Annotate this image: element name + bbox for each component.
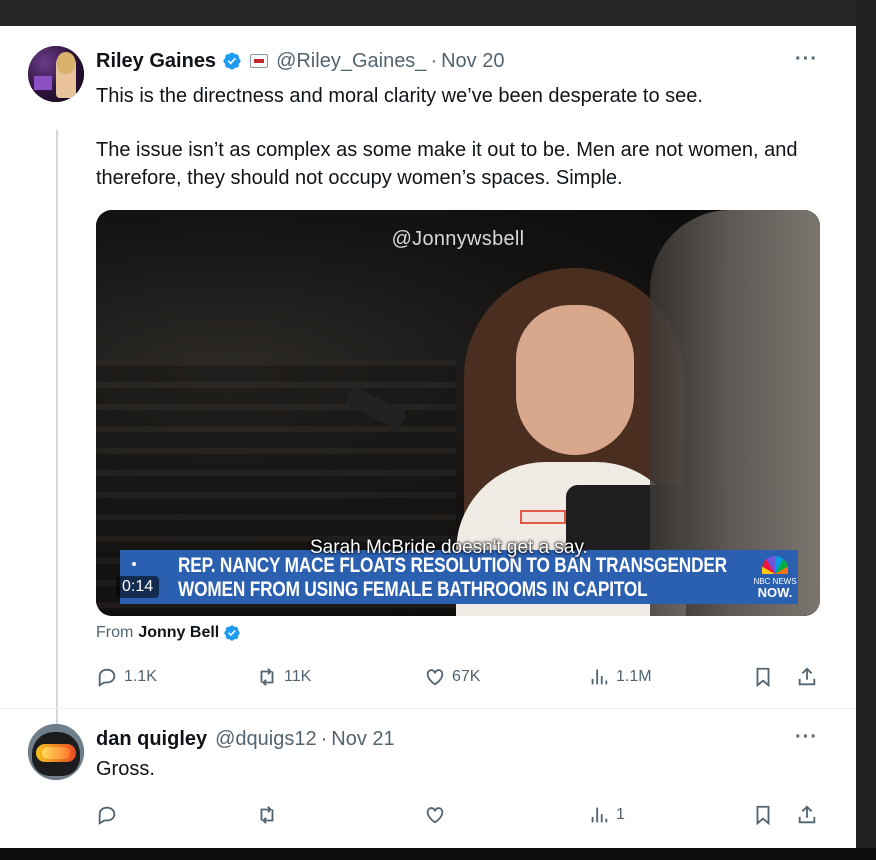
reply-icon	[98, 668, 116, 687]
reply-count: 1.1K	[124, 668, 157, 685]
video-duration: 0:14	[116, 576, 160, 598]
reply-author-handle[interactable]: @dquigs12	[215, 728, 316, 751]
bottom-frame	[0, 848, 876, 860]
thread-connector	[56, 130, 58, 730]
video-watermark: @Jonnywsbell	[391, 228, 525, 250]
reply-button[interactable]: 1.1K	[96, 666, 157, 688]
repost-icon	[260, 668, 274, 686]
repost-button[interactable]: 11K	[256, 666, 311, 688]
author-avatar[interactable]	[28, 46, 84, 102]
repost-button[interactable]	[256, 804, 284, 826]
video-player[interactable]: @Jonnywsbell REP. NANCY MACE FLOATS RESO…	[96, 210, 820, 616]
like-button[interactable]	[424, 804, 452, 826]
bookmark-icon[interactable]	[752, 804, 774, 826]
like-count: 67K	[452, 668, 481, 685]
network-brand: NOW.	[757, 585, 793, 600]
more-options-icon[interactable]: ···	[795, 726, 818, 749]
views-button[interactable]: 1.1M	[588, 666, 652, 688]
tweet-date[interactable]: Nov 20	[441, 50, 504, 73]
nbc-news-now-logo: NBC NEWS NOW.	[752, 550, 798, 604]
view-count: 1.1M	[616, 668, 652, 685]
peacock-icon	[762, 556, 788, 574]
view-count: 1	[616, 806, 625, 823]
reply-icon	[98, 806, 116, 825]
meta-separator: ·	[320, 727, 328, 750]
timeline-panel: Riley Gaines @Riley_Gaines_ · Nov 20 ···…	[0, 26, 856, 848]
top-frame	[0, 0, 876, 26]
like-button[interactable]: 67K	[424, 666, 480, 688]
reply-date[interactable]: Nov 21	[331, 728, 394, 751]
video-subtitle: Sarah McBride doesn't get a say.	[310, 537, 588, 558]
video-source: From Jonny Bell	[96, 624, 241, 642]
like-icon	[426, 807, 444, 824]
repost-icon	[260, 806, 274, 824]
right-frame	[856, 0, 876, 860]
tweet-divider	[0, 708, 856, 709]
like-icon	[426, 669, 444, 686]
from-label: From	[96, 624, 134, 641]
tweet-actions: 1.1K 11K 67K 1.1M	[96, 666, 820, 690]
tweet-paragraph: The issue isn’t as complex as some make …	[96, 139, 798, 189]
views-icon	[591, 669, 608, 685]
reply-actions: 1	[96, 804, 820, 828]
repost-count: 11K	[284, 668, 312, 685]
meta-separator: ·	[430, 49, 438, 72]
bookmark-icon[interactable]	[752, 666, 774, 688]
verified-badge-icon	[223, 52, 241, 70]
reply-header: dan quigley @dquigs12 · Nov 21	[96, 726, 395, 752]
views-button[interactable]: 1	[588, 804, 625, 826]
author-handle[interactable]: @Riley_Gaines_	[276, 50, 426, 73]
author-name[interactable]: Riley Gaines	[96, 50, 216, 73]
reply-author-name[interactable]: dan quigley	[96, 728, 207, 751]
reply-text: Gross.	[96, 758, 155, 780]
tweet-paragraph: This is the directness and moral clarity…	[96, 85, 703, 107]
tweet-text: This is the directness and moral clarity…	[96, 82, 826, 192]
reply-button[interactable]	[96, 804, 124, 826]
tweet-header: Riley Gaines @Riley_Gaines_ · Nov 20	[96, 48, 504, 74]
views-icon	[591, 807, 608, 823]
share-icon[interactable]	[796, 666, 818, 688]
source-name[interactable]: Jonny Bell	[138, 624, 219, 642]
reply-author-avatar[interactable]	[28, 724, 84, 780]
video-dot-icon	[132, 562, 136, 566]
affiliate-badge-icon[interactable]	[250, 54, 269, 68]
lower-third-line: WOMEN FROM USING FEMALE BATHROOMS IN CAP…	[178, 578, 648, 601]
verified-badge-icon	[224, 625, 240, 641]
share-icon[interactable]	[796, 804, 818, 826]
more-options-icon[interactable]: ···	[795, 48, 818, 71]
